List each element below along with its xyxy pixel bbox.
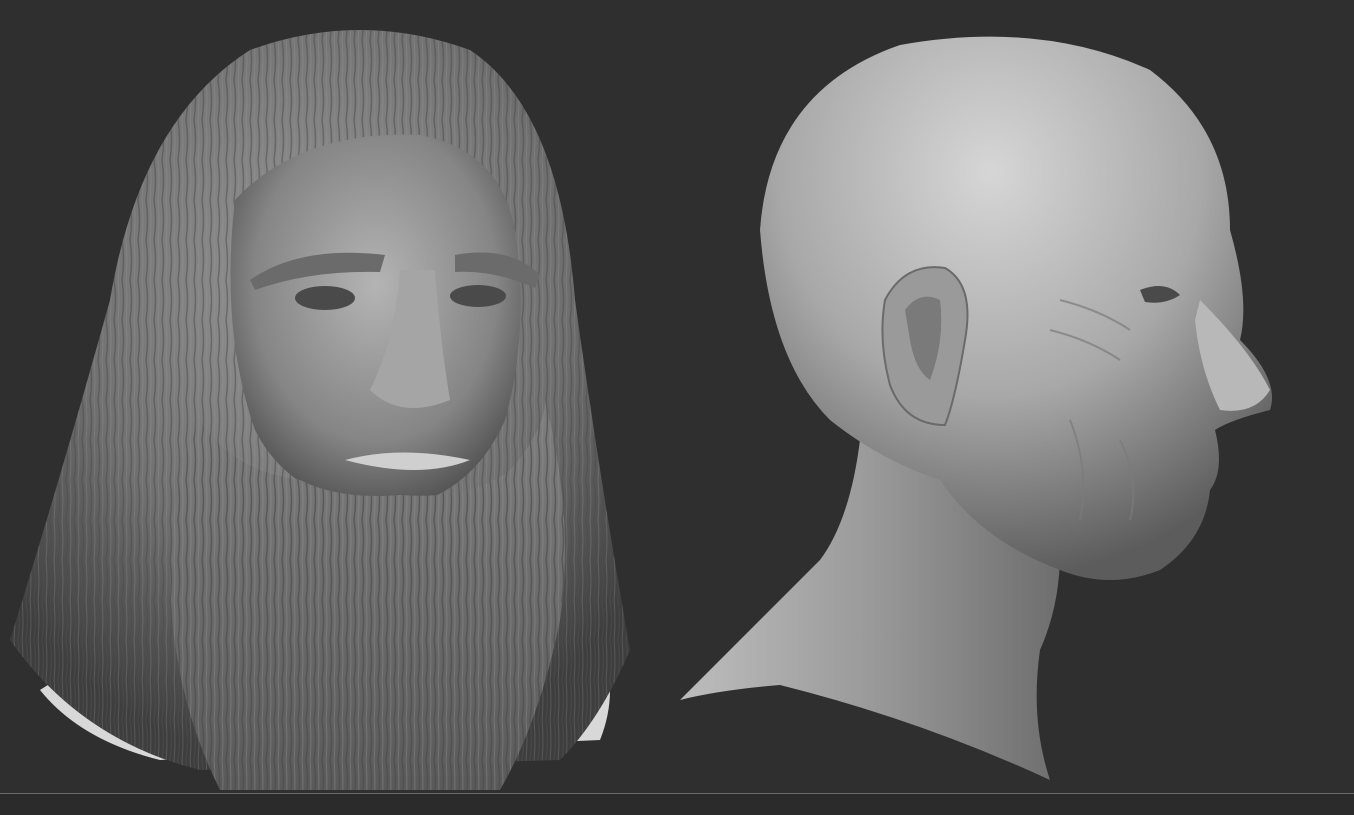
left-eye bbox=[295, 286, 355, 310]
viewport-bottom-strip bbox=[0, 794, 1354, 815]
viewport-canvas[interactable] bbox=[0, 0, 1354, 793]
bearded-head-model[interactable] bbox=[10, 30, 630, 790]
bearded-face bbox=[230, 134, 521, 510]
sculpt-viewport[interactable] bbox=[0, 0, 1354, 793]
right-eye bbox=[450, 285, 506, 307]
bald-head-model[interactable] bbox=[680, 36, 1272, 780]
bald-skull bbox=[760, 36, 1272, 580]
